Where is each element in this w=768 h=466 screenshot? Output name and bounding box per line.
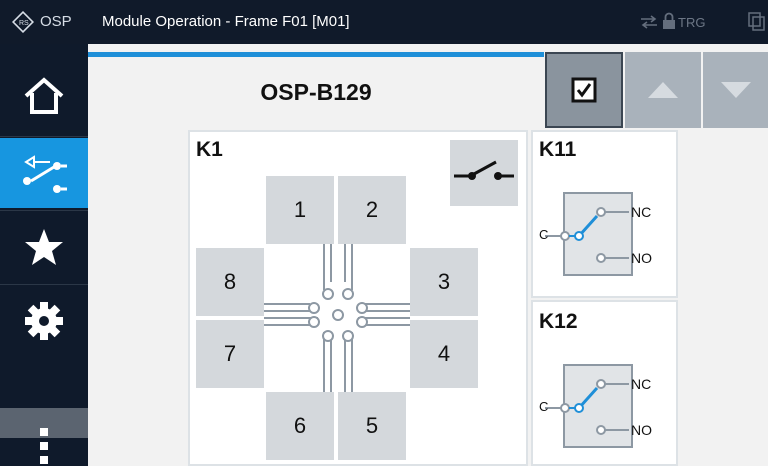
triangle-down-icon <box>720 82 751 98</box>
k12-common-label: C <box>539 399 549 414</box>
sidebar-item-more[interactable] <box>0 398 88 466</box>
k11-relay-panel: K11 C NC NO <box>531 130 678 298</box>
k11-common-label: C <box>539 227 549 242</box>
sidebar-item-settings[interactable] <box>0 286 88 356</box>
switch-icon <box>23 155 67 193</box>
k12-relay-panel: K12 C NC NO <box>531 300 678 466</box>
check-button[interactable] <box>545 52 623 128</box>
port-3-button[interactable]: 3 <box>410 248 478 316</box>
port-4-button[interactable]: 4 <box>410 320 478 388</box>
triangle-up-icon <box>648 82 678 98</box>
sidebar <box>0 44 88 466</box>
port-6-button[interactable]: 6 <box>266 392 334 460</box>
sidebar-item-switch[interactable] <box>0 138 88 208</box>
svg-text:RS: RS <box>19 20 29 27</box>
home-icon <box>24 77 64 114</box>
window-title: Module Operation - Frame F01 [M01] <box>102 13 350 30</box>
k11-relay-diagram <box>545 207 629 263</box>
title-bar: RS OSP Module Operation - Frame F01 [M01… <box>0 0 768 44</box>
main-area: OSP-B129 K1 1 2 3 4 5 6 7 8 K11 C NC NO … <box>88 44 768 466</box>
k1-switch-panel: K1 1 2 3 4 5 6 7 8 <box>188 130 528 466</box>
port-5-button[interactable]: 5 <box>338 392 406 460</box>
gear-icon <box>25 302 63 340</box>
checkbox-checked-icon <box>571 77 597 103</box>
scroll-down-button[interactable] <box>703 52 768 128</box>
port-2-button[interactable]: 2 <box>338 176 406 244</box>
port-1-button[interactable]: 1 <box>266 176 334 244</box>
k11-no-label: NO <box>631 250 652 266</box>
port-7-button[interactable]: 7 <box>196 320 264 388</box>
osp-label: OSP <box>40 13 72 30</box>
k12-nc-label: NC <box>631 376 652 392</box>
rohde-schwarz-logo-icon: RS <box>12 11 34 33</box>
module-title: OSP-B129 <box>260 79 372 105</box>
copy-check-icon <box>748 12 765 31</box>
port-8-button[interactable]: 8 <box>196 248 264 316</box>
k12-no-label: NO <box>631 422 652 438</box>
trg-label: TRG <box>678 15 706 30</box>
k11-nc-label: NC <box>631 204 652 220</box>
star-icon <box>25 229 63 265</box>
sidebar-item-favorites[interactable] <box>0 212 88 282</box>
lock-icon <box>663 12 675 29</box>
transfer-arrows-icon <box>641 15 657 29</box>
more-vertical-icon <box>40 428 48 464</box>
k12-relay-diagram <box>545 379 629 435</box>
scroll-up-button[interactable] <box>625 52 701 128</box>
sidebar-item-home[interactable] <box>0 58 88 134</box>
